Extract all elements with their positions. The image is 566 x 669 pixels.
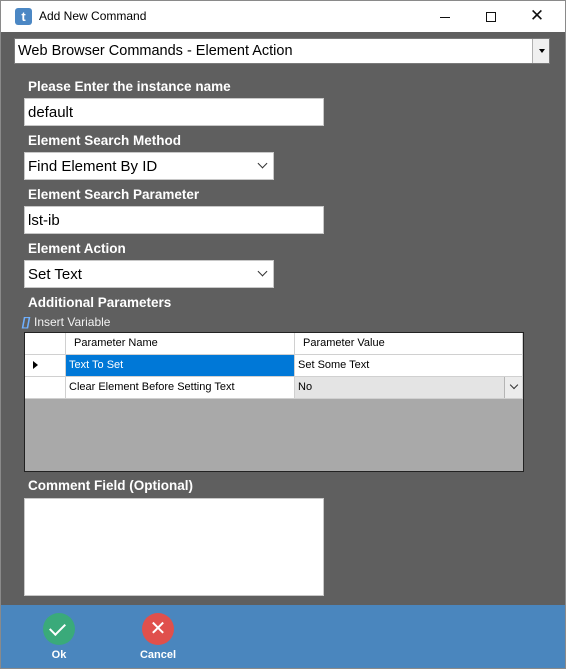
search-parameter-label: Element Search Parameter [28, 187, 200, 202]
maximize-button[interactable] [468, 1, 514, 32]
element-action-select[interactable]: Set Text [24, 260, 274, 288]
current-row-arrow-icon [33, 361, 38, 369]
parameter-value-cell[interactable]: Set Some Text [295, 355, 523, 377]
chevron-down-icon [257, 266, 268, 277]
cancel-circle[interactable]: ✕ [142, 613, 174, 645]
parameters-grid: Parameter Name Parameter Value Text To S… [24, 332, 524, 472]
table-row[interactable]: Clear Element Before Setting Text No [25, 377, 523, 399]
comment-textarea[interactable] [24, 498, 324, 596]
footer-bar: Ok ✕ Cancel [1, 605, 565, 668]
chevron-down-icon [509, 380, 519, 390]
search-method-value: Find Element By ID [28, 158, 158, 175]
insert-variable-label: Insert Variable [34, 315, 111, 329]
parameter-value-combo-value: No [298, 381, 313, 393]
variable-brackets-icon: [] [22, 315, 30, 329]
search-method-label: Element Search Method [28, 133, 182, 148]
chevron-down-icon [257, 158, 268, 169]
instance-name-label: Please Enter the instance name [28, 79, 231, 94]
minimize-button[interactable] [422, 1, 468, 32]
ok-label[interactable]: Ok [29, 649, 89, 661]
parameter-name-cell[interactable]: Text To Set [66, 355, 295, 377]
insert-variable-link[interactable]: [] Insert Variable [22, 313, 111, 329]
comment-label: Comment Field (Optional) [28, 478, 193, 493]
cancel-button[interactable]: ✕ Cancel [128, 613, 188, 661]
command-type-select[interactable]: Web Browser Commands - Element Action [14, 38, 550, 64]
search-method-select[interactable]: Find Element By ID [24, 152, 274, 180]
add-new-command-window: t Add New Command ✕ Web Browser Commands… [0, 0, 566, 669]
close-button[interactable]: ✕ [514, 1, 560, 32]
cancel-x-icon: ✕ [149, 618, 167, 640]
app-icon: t [15, 8, 32, 25]
command-type-value: Web Browser Commands - Element Action [18, 43, 293, 59]
element-action-label: Element Action [28, 241, 126, 256]
grid-header-row: Parameter Name Parameter Value [25, 333, 523, 355]
row-selector[interactable] [25, 355, 66, 377]
command-type-dropdown-button[interactable] [532, 39, 549, 63]
close-icon: ✕ [529, 6, 545, 25]
parameter-name-cell[interactable]: Clear Element Before Setting Text [66, 377, 295, 399]
minimize-icon [440, 16, 450, 18]
title-bar: t Add New Command ✕ [1, 1, 565, 32]
additional-parameters-label: Additional Parameters [28, 295, 172, 310]
parameter-value-combo[interactable]: No [295, 377, 523, 399]
column-header-parameter-name[interactable]: Parameter Name [66, 333, 295, 355]
row-selector[interactable] [25, 377, 66, 399]
combo-dropdown-button[interactable] [504, 377, 522, 398]
row-header-corner [25, 333, 66, 355]
table-row[interactable]: Text To Set Set Some Text [25, 355, 523, 377]
ok-button[interactable]: Ok [29, 613, 89, 661]
ok-circle[interactable] [43, 613, 75, 645]
maximize-icon [486, 12, 496, 23]
dropdown-arrow-icon [539, 49, 545, 53]
checkmark-icon [49, 619, 66, 636]
element-action-value: Set Text [28, 266, 82, 283]
cancel-label[interactable]: Cancel [128, 649, 188, 661]
window-title: Add New Command [39, 9, 147, 23]
search-parameter-input[interactable]: lst-ib [24, 206, 324, 234]
column-header-parameter-value[interactable]: Parameter Value [295, 333, 523, 355]
instance-name-input[interactable]: default [24, 98, 324, 126]
